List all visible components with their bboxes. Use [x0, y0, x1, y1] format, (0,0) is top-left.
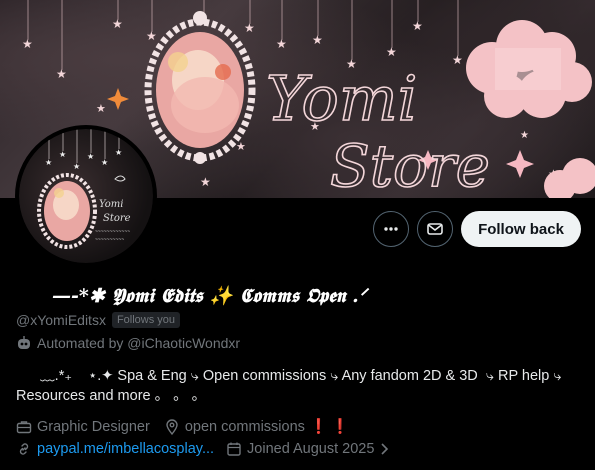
svg-text:★: ★ — [386, 45, 397, 59]
joined-item: Joined August 2025 — [226, 441, 391, 457]
briefcase-icon — [16, 420, 32, 433]
chevron-right-icon[interactable] — [379, 442, 391, 456]
svg-text:★: ★ — [244, 21, 255, 35]
profile-meta-row-2: paypal.me/imbellacosplay... Joined Augus… — [16, 441, 391, 457]
svg-text:★: ★ — [56, 67, 67, 81]
follow-back-button[interactable]: Follow back — [461, 211, 581, 247]
location-pin-icon — [166, 418, 178, 435]
handle-row: @xYomiEditsx Follows you — [16, 312, 181, 328]
exclamation-marks: ❗❗ — [309, 419, 353, 435]
website-link[interactable]: paypal.me/imbellacosplay... — [37, 441, 214, 457]
joined-text: Joined August 2025 — [247, 441, 375, 457]
svg-text:★: ★ — [87, 152, 94, 161]
profile-avatar[interactable]: ★ ★ ★ ★ ★ ★ Yomi Store ~~~~~~~~~~~~ ~~~~~~~~… — [15, 125, 157, 267]
location-item: open commissions ❗❗ — [164, 418, 352, 435]
svg-text:★: ★ — [73, 162, 80, 171]
svg-text:★: ★ — [112, 17, 123, 31]
more-options-button[interactable] — [373, 211, 409, 247]
website-item[interactable]: paypal.me/imbellacosplay... — [16, 441, 214, 457]
location-text: open commissions — [184, 418, 305, 435]
automated-by-text: Automated by @iChaoticWondxr — [37, 335, 241, 351]
message-button[interactable] — [417, 211, 453, 247]
svg-text:★: ★ — [520, 130, 529, 141]
calendar-icon — [227, 442, 241, 456]
envelope-icon — [427, 223, 443, 235]
display-name: —-*✱ 𝖄𝖔𝖒𝖎 𝕰𝖉𝖎𝖙𝖘 ✨ 𝕮𝖔𝖒𝖒𝖘 𝕺𝖕𝖊𝖓 .ᐟ — [52, 285, 367, 307]
svg-text:★: ★ — [276, 37, 287, 51]
robot-icon — [18, 336, 30, 349]
profile-bio: ﹏.*₊ ⋆.✦ Spa & Eng ⤷ Open commissions ⤷ … — [16, 368, 566, 404]
svg-text:★: ★ — [45, 158, 52, 167]
category-text: Graphic Designer — [37, 418, 150, 435]
svg-text:Yomi: Yomi — [99, 199, 123, 210]
automated-label[interactable]: Automated by @iChaoticWondxr — [16, 335, 240, 351]
follows-you-badge: Follows you — [111, 312, 181, 328]
link-icon — [19, 443, 29, 455]
svg-text:★: ★ — [312, 33, 323, 47]
profile-meta-row: Graphic Designer open commissions ❗❗ — [16, 418, 352, 435]
svg-text:★: ★ — [115, 148, 122, 157]
svg-text:★: ★ — [200, 175, 211, 189]
svg-text:★: ★ — [412, 19, 423, 33]
category-item: Graphic Designer — [16, 419, 150, 435]
svg-text:★: ★ — [452, 53, 463, 67]
svg-text:Store: Store — [103, 213, 131, 224]
svg-text:★: ★ — [236, 141, 246, 153]
svg-text:~~~~~~~~~~~~: ~~~~~~~~~~~~ — [95, 229, 130, 235]
svg-text:★: ★ — [146, 29, 157, 43]
svg-text:Yomi: Yomi — [266, 62, 418, 135]
svg-text:★: ★ — [101, 158, 108, 167]
svg-text:~~~~~~~~~~: ~~~~~~~~~~ — [95, 237, 124, 243]
svg-text:★: ★ — [96, 103, 106, 115]
user-handle: @xYomiEditsx — [16, 312, 106, 328]
more-horizontal-icon — [384, 227, 398, 231]
svg-text:★: ★ — [22, 37, 33, 51]
svg-text:★: ★ — [59, 150, 66, 159]
svg-text:Store: Store — [330, 132, 490, 198]
